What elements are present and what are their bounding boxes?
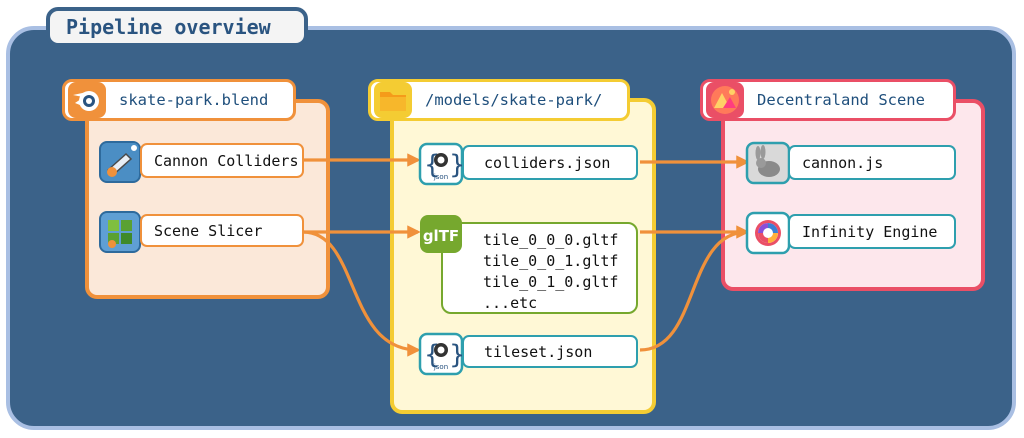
scene-slicer-label: Scene Slicer — [154, 221, 263, 240]
colliders-json-node: colliders.json — [462, 145, 638, 180]
arrow-slicer-to-tileset — [302, 230, 421, 357]
list-item: tile_0_0_1.gltf — [483, 252, 619, 270]
bunny-icon — [745, 141, 791, 189]
list-item: ...etc — [483, 294, 538, 312]
tileset-json-node: tileset.json — [462, 335, 638, 368]
list-item: tile_0_1_0.gltf — [483, 273, 619, 291]
infinity-engine-label: Infinity Engine — [802, 222, 938, 241]
cannon-js-node: cannon.js — [788, 145, 956, 180]
cannon-js-label: cannon.js — [802, 153, 884, 172]
cannon-addon-icon — [98, 140, 142, 188]
arrow-tileset-to-infinity — [639, 230, 748, 352]
slicer-addon-icon — [98, 210, 142, 258]
tileset-json-label: tileset.json — [484, 342, 593, 361]
list-item: tile_0_0_0.gltf — [483, 231, 619, 249]
json-icon: { } json — [418, 332, 466, 380]
cannon-colliders-label: Cannon Colliders — [154, 151, 299, 170]
json-icon-text: json — [433, 173, 448, 181]
infinity-engine-node: Infinity Engine — [788, 214, 956, 249]
json-icon: { } json — [418, 142, 466, 190]
colliders-json-label: colliders.json — [484, 153, 611, 172]
scene-slicer-node: Scene Slicer — [140, 214, 304, 247]
gltf-file-list: tile_0_0_0.gltf tile_0_0_1.gltf tile_0_1… — [483, 230, 618, 314]
cannon-colliders-node: Cannon Colliders — [140, 143, 304, 178]
infinity-engine-icon — [745, 211, 791, 259]
gltf-icon: glTF — [418, 213, 464, 259]
gltf-icon-text: glTF — [423, 227, 459, 245]
json-icon-text: json — [433, 363, 448, 371]
